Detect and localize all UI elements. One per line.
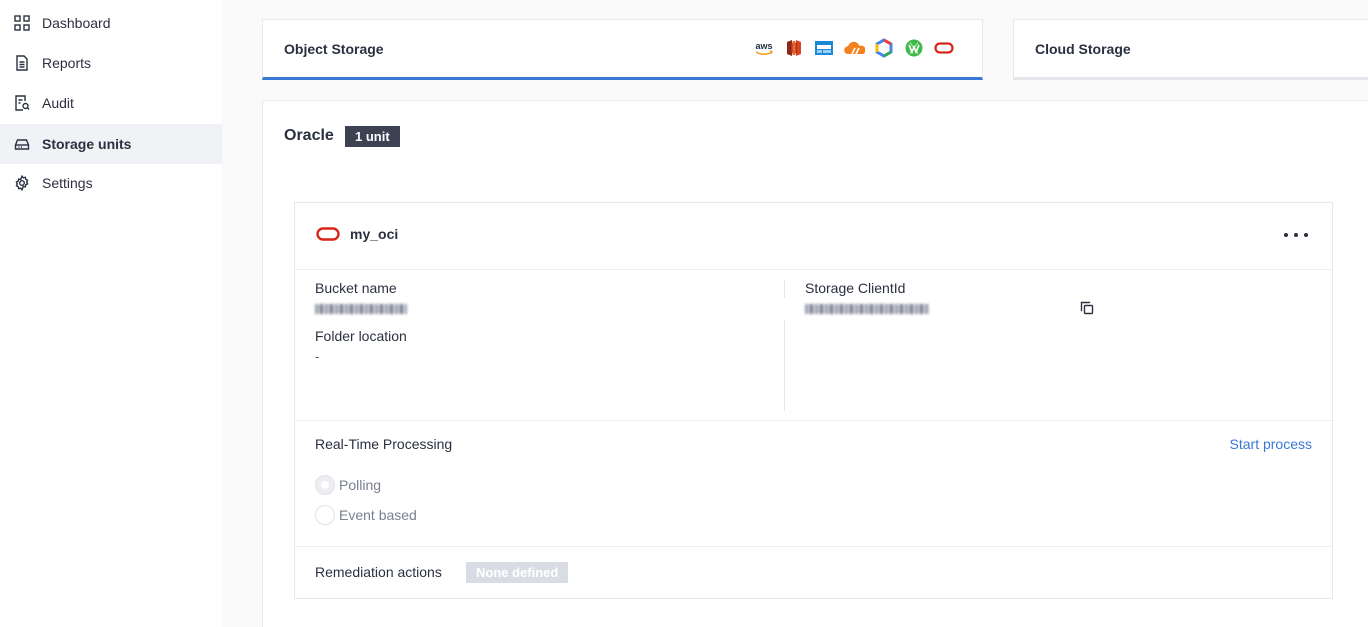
radio-label: Event based — [339, 507, 417, 523]
storage-units-panel: Oracle 1 unit my_oci Bucket name Folder … — [262, 100, 1368, 627]
tab-label: Cloud Storage — [1035, 41, 1131, 57]
bucket-name-label: Bucket name — [315, 280, 397, 296]
sidebar-item-label: Reports — [42, 55, 92, 71]
unit-count-badge: 1 unit — [345, 126, 400, 147]
sidebar-item-reports[interactable]: Reports — [0, 43, 222, 83]
grid-icon — [13, 14, 31, 32]
event-based-radio[interactable]: Event based — [315, 505, 417, 525]
wasabi-icon — [903, 37, 925, 59]
oracle-icon — [316, 227, 340, 244]
sidebar-item-label: Storage units — [42, 136, 132, 152]
radio-indicator[interactable] — [315, 475, 335, 495]
start-process-link[interactable]: Start process — [1230, 436, 1312, 452]
polling-radio[interactable]: Polling — [315, 475, 381, 495]
sidebar-item-storage-units[interactable]: Storage units — [0, 124, 222, 164]
bucket-name-value-redacted — [315, 304, 407, 314]
folder-location-value: - — [315, 349, 320, 364]
storage-client-id-value-redacted — [805, 304, 929, 314]
azure-blob-icon — [813, 37, 835, 59]
sidebar-item-label: Dashboard — [42, 15, 111, 31]
sidebar-item-settings[interactable]: Settings — [0, 163, 222, 203]
google-cloud-icon — [873, 37, 895, 59]
audit-icon — [13, 94, 31, 112]
cloudflare-icon — [843, 37, 865, 59]
tab-label: Object Storage — [284, 41, 384, 57]
field-divider — [784, 280, 785, 298]
sidebar-item-label: Settings — [42, 175, 93, 191]
provider-icons: aws — [753, 37, 955, 59]
sidebar-item-dashboard[interactable]: Dashboard — [0, 3, 222, 43]
storage-icon — [13, 135, 31, 153]
remediation-actions-label: Remediation actions — [315, 564, 442, 580]
radio-label: Polling — [339, 477, 382, 493]
aws-s3-icon — [783, 37, 805, 59]
folder-location-label: Folder location — [315, 328, 407, 344]
oracle-icon — [933, 37, 955, 59]
more-dot-icon — [1294, 233, 1298, 237]
tab-cloud-storage[interactable]: Cloud Storage — [1013, 19, 1368, 80]
more-dot-icon — [1284, 233, 1288, 237]
storage-unit-card: my_oci Bucket name Folder location - Sto… — [294, 202, 1333, 599]
sidebar: Dashboard Reports Audit Storage units Se… — [0, 0, 222, 627]
remediation-status-badge: None defined — [466, 562, 569, 583]
copy-icon[interactable] — [1079, 300, 1095, 316]
row-divider — [295, 420, 1332, 421]
aws-icon: aws — [753, 37, 775, 59]
sidebar-item-label: Audit — [42, 95, 74, 111]
storage-unit-name: my_oci — [350, 226, 399, 242]
aws-text: aws — [755, 41, 772, 51]
tab-object-storage[interactable]: Object Storage aws — [262, 19, 983, 80]
more-dot-icon — [1304, 233, 1308, 237]
document-icon — [13, 54, 31, 72]
more-options-button[interactable] — [1284, 225, 1308, 245]
card-header: my_oci — [295, 203, 1332, 270]
sidebar-item-audit[interactable]: Audit — [0, 83, 222, 123]
real-time-processing-label: Real-Time Processing — [315, 436, 453, 452]
storage-client-id-label: Storage ClientId — [805, 280, 906, 296]
section-title: Oracle — [284, 127, 334, 144]
row-divider — [295, 546, 1332, 547]
field-divider — [784, 320, 785, 411]
gear-icon — [13, 174, 31, 192]
radio-indicator[interactable] — [315, 505, 335, 525]
